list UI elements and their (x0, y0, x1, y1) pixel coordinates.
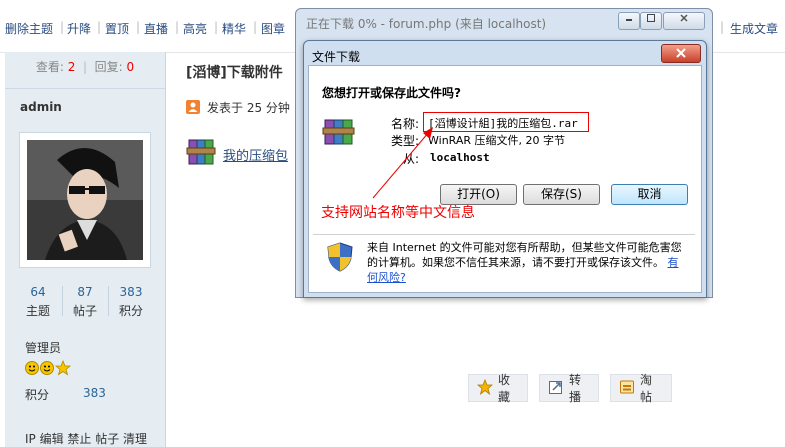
toolbar-separator: | (253, 20, 258, 34)
filename-value: [滔博设计組]我的压缩包.rar (428, 117, 578, 130)
post-author-icon (186, 100, 200, 117)
window-close-button[interactable] (663, 12, 705, 30)
toolbar-item-stick[interactable]: 置顶 (105, 20, 129, 37)
points-label: 积分 (25, 388, 50, 402)
toolbar-separator: | (136, 20, 141, 34)
dialog-close-button[interactable] (661, 44, 701, 63)
minimize-button[interactable] (618, 12, 640, 30)
replies-label: 回复: (94, 60, 123, 74)
maximize-icon (647, 14, 655, 22)
dialog-divider (313, 234, 695, 235)
file-download-dialog: 文件下载 您想打开或保存此文件吗? 名称: [滔博设计組]我的压缩包.rar 类… (303, 40, 707, 298)
toolbar-separator: | (175, 20, 180, 34)
stat-threads-count[interactable]: 64 (15, 285, 61, 299)
toolbar-item-live[interactable]: 直播 (144, 20, 168, 37)
replies-count: 0 (126, 60, 135, 74)
user-rank[interactable]: 管理员 (25, 339, 61, 356)
progress-window-title: 正在下载 0% - forum.php (来自 localhost) (306, 17, 547, 31)
star-icon (476, 378, 494, 398)
stats-separator: | (79, 60, 91, 74)
favorite-label: 收藏 (498, 373, 511, 404)
sidebar-divider (5, 88, 165, 89)
share-label: 转播 (569, 373, 582, 404)
user-sidebar: 查看: 2 | 回复: 0 admin 64 主题 87 帖子 383 积分 管… (5, 52, 166, 447)
annotation-arrow (372, 127, 433, 199)
smiley-icon (40, 361, 54, 375)
share-icon (548, 379, 564, 398)
toolbar-separator: | (97, 20, 102, 34)
toolbar-item-delete-thread[interactable]: 删除主题 (5, 20, 53, 37)
favorite-button[interactable]: 收藏 (468, 373, 528, 404)
toolbar-separator: | (214, 20, 219, 34)
bookmark-button[interactable]: 淘帖 (610, 373, 672, 404)
share-button[interactable]: 转播 (539, 373, 599, 404)
annotation-text: 支持网站名称等中文信息 (321, 205, 475, 221)
toolbar-item-generate-article[interactable]: 生成文章 (730, 20, 778, 37)
views-count: 2 (67, 60, 76, 74)
avatar[interactable] (27, 140, 143, 260)
dialog-question: 您想打开或保存此文件吗? (322, 86, 461, 100)
stat-points-label: 积分 (118, 304, 143, 318)
toolbar-item-highlight[interactable]: 高亮 (183, 20, 207, 37)
filetype-value: WinRAR 压缩文件, 20 字节 (428, 134, 566, 147)
stat-threads-label: 主题 (25, 304, 50, 318)
smiley-icon (25, 361, 39, 375)
admin-links[interactable]: IP 编辑 禁止 帖子 清理 (25, 430, 147, 447)
points-value[interactable]: 383 (83, 386, 106, 400)
username[interactable]: admin (20, 100, 62, 114)
stat-posts-count[interactable]: 87 (62, 285, 108, 299)
toolbar-item-stamp[interactable]: 图章 (261, 20, 285, 37)
star-icon (54, 359, 72, 376)
save-button[interactable]: 保存(S) (523, 184, 600, 205)
winrar-icon (322, 117, 356, 150)
close-icon (680, 14, 688, 22)
warning-text: 来自 Internet 的文件可能对您有所帮助，但某些文件可能危害您的计算机。如… (367, 241, 682, 269)
maximize-button[interactable] (640, 12, 662, 30)
avatar-frame (19, 132, 151, 268)
rank-icons (25, 359, 79, 379)
collection-icon (619, 379, 635, 398)
dialog-title: 文件下载 (312, 50, 361, 64)
toolbar-separator: | (60, 20, 65, 34)
views-label: 查看: (35, 60, 64, 74)
bookmark-label: 淘帖 (640, 373, 653, 404)
stat-points-count[interactable]: 383 (108, 285, 154, 299)
toolbar-item-digest[interactable]: 精华 (222, 20, 246, 37)
cancel-button[interactable]: 取消 (611, 184, 688, 205)
view-reply-stats: 查看: 2 | 回复: 0 (5, 52, 165, 82)
rar-icon (186, 138, 218, 169)
toolbar-item-raise-lower[interactable]: 升降 (67, 20, 91, 37)
dialog-body: 您想打开或保存此文件吗? 名称: [滔博设计組]我的压缩包.rar 类型: Wi… (308, 65, 702, 293)
thread-title: [滔博]下载附件 (186, 65, 283, 81)
attachment-link[interactable]: 我的压缩包 (223, 145, 288, 164)
minimize-icon (626, 19, 632, 21)
stat-posts-label: 帖子 (72, 304, 97, 318)
security-warning: 来自 Internet 的文件可能对您有所帮助，但某些文件可能危害您的计算机。如… (367, 240, 687, 285)
security-shield-icon (327, 242, 353, 275)
post-timestamp: 发表于 25 分钟 (207, 101, 290, 115)
toolbar-separator: | (720, 20, 725, 34)
close-icon (676, 48, 686, 58)
